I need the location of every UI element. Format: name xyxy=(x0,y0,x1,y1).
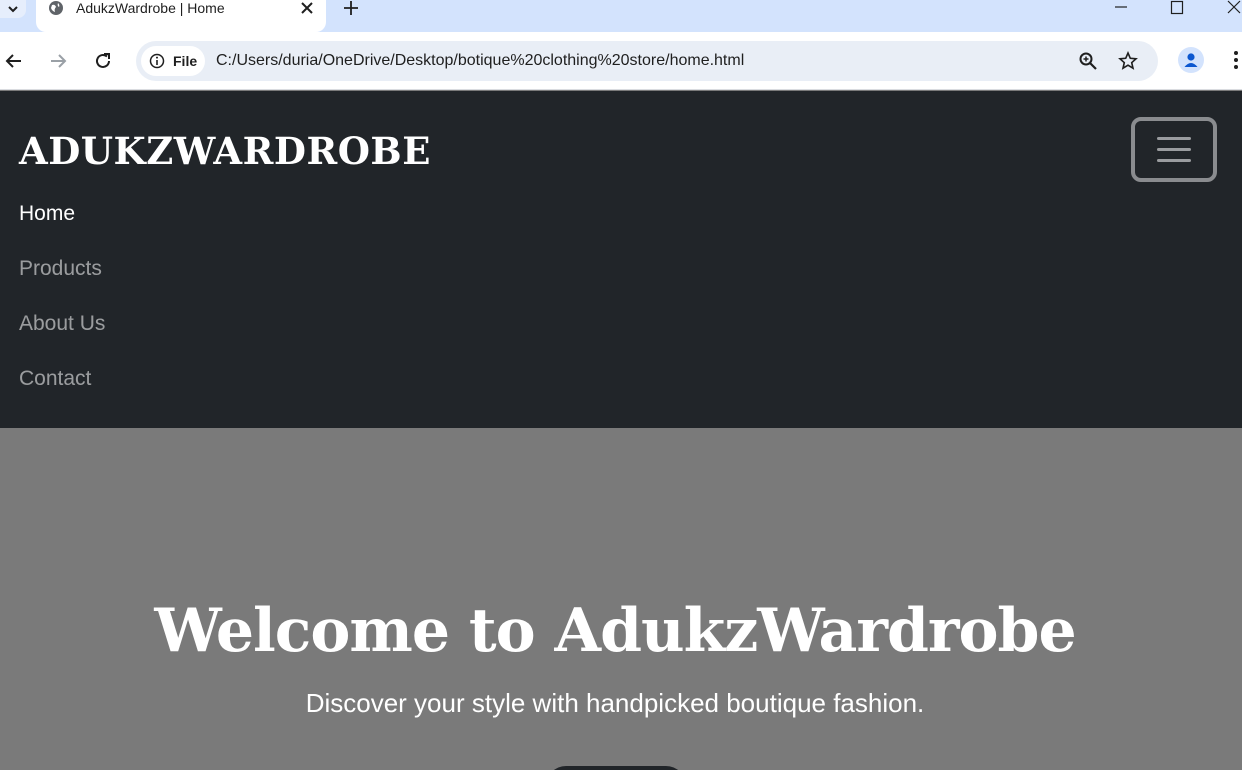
nav-link-about[interactable]: About Us xyxy=(19,312,105,336)
hero-subtitle: Discover your style with handpicked bout… xyxy=(305,688,925,718)
hero-cta-button[interactable] xyxy=(546,766,686,770)
nav-link-home[interactable]: Home xyxy=(19,202,75,226)
site-navbar: ADUKZWARDROBE Home Products About Us Con… xyxy=(0,91,1242,428)
tab-search-button[interactable] xyxy=(0,0,26,18)
file-label: File xyxy=(173,53,198,69)
close-icon[interactable] xyxy=(300,1,314,15)
profile-icon xyxy=(1184,53,1198,67)
profile-button[interactable] xyxy=(1178,47,1204,73)
back-icon xyxy=(5,54,21,68)
navbar-toggler[interactable] xyxy=(1131,117,1217,182)
hero-section: Welcome to AdukzWardrobe Discover your s… xyxy=(0,428,1242,770)
browser-tab-active[interactable]: AdukzWardrobe | Home xyxy=(36,0,326,32)
browser-toolbar: File C:/Users/duria/OneDrive/Desktop/bot… xyxy=(0,32,1242,90)
menu-kebab-icon[interactable] xyxy=(1228,48,1242,72)
tab-title: AdukzWardrobe | Home xyxy=(76,0,225,16)
tab-strip: AdukzWardrobe | Home xyxy=(0,0,1242,32)
site-info-chip[interactable]: File xyxy=(141,46,205,76)
reload-icon xyxy=(96,53,110,68)
hamburger-icon xyxy=(1157,137,1191,140)
window-close-icon[interactable] xyxy=(1226,0,1242,16)
reload-button[interactable] xyxy=(92,50,114,72)
brand-logo[interactable]: ADUKZWARDROBE xyxy=(19,129,431,173)
forward-icon xyxy=(51,54,67,68)
info-icon xyxy=(149,53,165,69)
address-bar[interactable]: File C:/Users/duria/OneDrive/Desktop/bot… xyxy=(136,41,1158,81)
globe-icon xyxy=(49,1,63,15)
minimize-icon[interactable] xyxy=(1113,0,1129,16)
hero-title: Welcome to AdukzWardrobe xyxy=(154,596,1076,666)
zoom-icon[interactable] xyxy=(1078,51,1098,71)
hamburger-icon-bar xyxy=(1157,148,1191,151)
url-text[interactable]: C:/Users/duria/OneDrive/Desktop/botique%… xyxy=(216,52,744,70)
nav-link-products[interactable]: Products xyxy=(19,257,102,281)
maximize-icon[interactable] xyxy=(1169,0,1185,16)
chevron-down-icon xyxy=(8,6,18,13)
forward-button[interactable] xyxy=(47,50,69,72)
star-icon[interactable] xyxy=(1118,51,1138,71)
back-button[interactable] xyxy=(3,50,25,72)
plus-icon[interactable] xyxy=(343,0,359,16)
nav-link-contact[interactable]: Contact xyxy=(19,367,91,391)
hamburger-icon-bar xyxy=(1157,159,1191,162)
